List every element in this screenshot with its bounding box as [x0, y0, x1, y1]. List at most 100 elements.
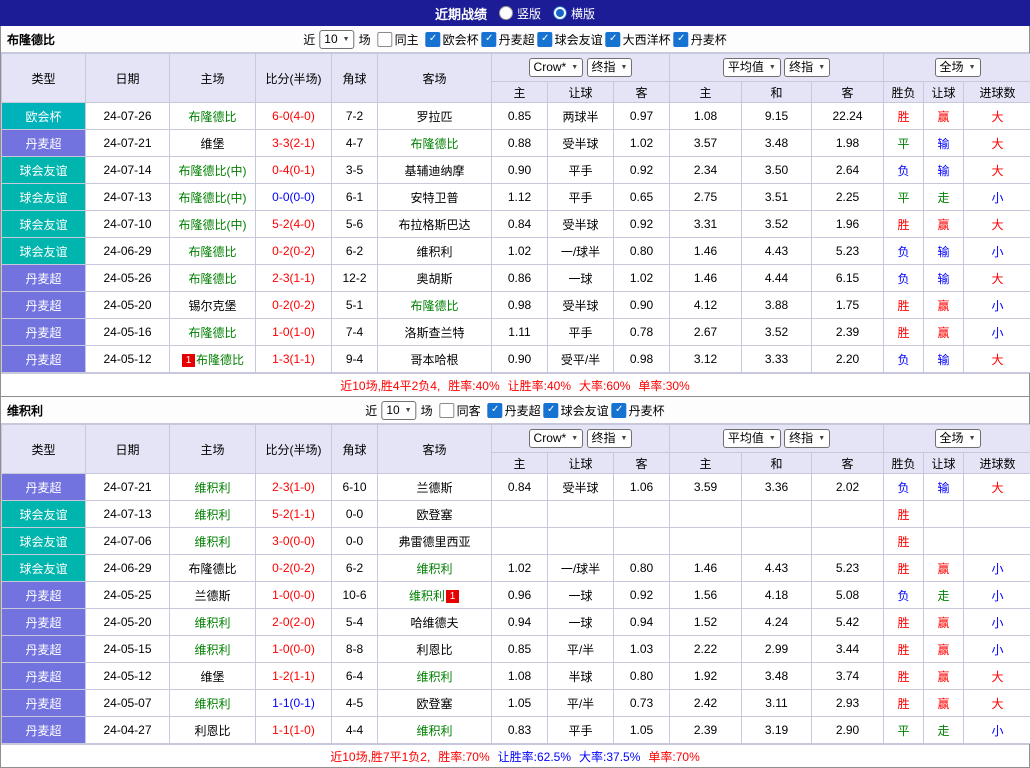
away-team[interactable]: 哈维德夫	[378, 609, 492, 636]
away-team[interactable]: 基辅迪纳摩	[378, 157, 492, 184]
competition-badge[interactable]: 球会友谊	[2, 184, 86, 211]
score[interactable]: 1-0(0-0)	[256, 582, 332, 609]
home-team[interactable]: 维堡	[170, 130, 256, 157]
away-team[interactable]: 兰德斯	[378, 474, 492, 501]
home-team[interactable]: 利恩比	[170, 717, 256, 744]
score[interactable]: 2-3(1-0)	[256, 474, 332, 501]
score[interactable]: 5-2(4-0)	[256, 211, 332, 238]
avg-stage-select[interactable]: 终指▼	[784, 58, 830, 77]
league-filter-checkbox[interactable]: ✓ 丹麦杯	[612, 402, 665, 419]
layout-radio[interactable]: 横版	[553, 5, 595, 22]
avg-stage-select[interactable]: 终指▼	[784, 429, 830, 448]
home-team[interactable]: 布隆德比(中)	[170, 211, 256, 238]
away-team[interactable]: 罗拉匹	[378, 103, 492, 130]
home-team[interactable]: 维积利	[170, 528, 256, 555]
away-team[interactable]: 利恩比	[378, 636, 492, 663]
avg-source-select[interactable]: 平均值▼	[723, 58, 781, 77]
match-count-select[interactable]: 10▼	[381, 401, 416, 420]
away-team[interactable]: 欧登塞	[378, 690, 492, 717]
score[interactable]: 2-3(1-1)	[256, 265, 332, 292]
home-team[interactable]: 维积利	[170, 501, 256, 528]
score[interactable]: 0-2(0-2)	[256, 292, 332, 319]
league-filter-checkbox[interactable]: ✓ 欧会杯	[426, 31, 479, 48]
score[interactable]: 3-3(2-1)	[256, 130, 332, 157]
score[interactable]: 6-0(4-0)	[256, 103, 332, 130]
away-team[interactable]: 维积利	[378, 555, 492, 582]
score[interactable]: 1-0(0-0)	[256, 636, 332, 663]
odds-stage-select[interactable]: 终指▼	[587, 58, 633, 77]
league-filter-checkbox[interactable]: ✓ 球会友谊	[538, 31, 603, 48]
score[interactable]: 0-0(0-0)	[256, 184, 332, 211]
away-team[interactable]: 布隆德比	[378, 130, 492, 157]
home-team[interactable]: 1布隆德比	[170, 346, 256, 373]
bookmaker-select[interactable]: Crow*▼	[529, 429, 584, 448]
home-team[interactable]: 布隆德比	[170, 319, 256, 346]
competition-badge[interactable]: 丹麦超	[2, 346, 86, 373]
competition-badge[interactable]: 球会友谊	[2, 211, 86, 238]
competition-badge[interactable]: 丹麦超	[2, 663, 86, 690]
competition-badge[interactable]: 丹麦超	[2, 690, 86, 717]
away-team[interactable]: 奥胡斯	[378, 265, 492, 292]
scope-select[interactable]: 全场▼	[935, 58, 981, 77]
home-team[interactable]: 兰德斯	[170, 582, 256, 609]
avg-source-select[interactable]: 平均值▼	[723, 429, 781, 448]
home-team[interactable]: 布隆德比	[170, 103, 256, 130]
away-team[interactable]: 维积利	[378, 238, 492, 265]
score[interactable]: 0-2(0-2)	[256, 555, 332, 582]
league-filter-checkbox[interactable]: ✓ 大西洋杯	[606, 31, 671, 48]
odds-stage-select[interactable]: 终指▼	[587, 429, 633, 448]
competition-badge[interactable]: 丹麦超	[2, 582, 86, 609]
away-team[interactable]: 布隆德比	[378, 292, 492, 319]
home-team[interactable]: 锡尔克堡	[170, 292, 256, 319]
competition-badge[interactable]: 丹麦超	[2, 636, 86, 663]
competition-badge[interactable]: 球会友谊	[2, 528, 86, 555]
away-team[interactable]: 安特卫普	[378, 184, 492, 211]
league-filter-checkbox[interactable]: ✓ 丹麦超	[488, 402, 541, 419]
league-filter-checkbox[interactable]: ✓ 丹麦杯	[674, 31, 727, 48]
away-team[interactable]: 欧登塞	[378, 501, 492, 528]
home-team[interactable]: 维积利	[170, 636, 256, 663]
league-filter-checkbox[interactable]: ✓ 丹麦超	[482, 31, 535, 48]
home-team[interactable]: 布隆德比	[170, 555, 256, 582]
league-filter-checkbox[interactable]: ✓ 球会友谊	[544, 402, 609, 419]
away-team[interactable]: 洛斯查兰特	[378, 319, 492, 346]
away-team[interactable]: 维积利	[378, 717, 492, 744]
home-team[interactable]: 维堡	[170, 663, 256, 690]
competition-badge[interactable]: 丹麦超	[2, 474, 86, 501]
score[interactable]: 1-2(1-1)	[256, 663, 332, 690]
layout-radio[interactable]: 竖版	[499, 5, 541, 22]
competition-badge[interactable]: 丹麦超	[2, 130, 86, 157]
score[interactable]: 1-0(1-0)	[256, 319, 332, 346]
score[interactable]: 0-4(0-1)	[256, 157, 332, 184]
away-team[interactable]: 弗雷德里西亚	[378, 528, 492, 555]
same-venue-checkbox[interactable]: ✓ 同主	[378, 31, 419, 48]
competition-badge[interactable]: 球会友谊	[2, 501, 86, 528]
home-team[interactable]: 维积利	[170, 609, 256, 636]
bookmaker-select[interactable]: Crow*▼	[529, 58, 584, 77]
competition-badge[interactable]: 球会友谊	[2, 157, 86, 184]
same-venue-checkbox[interactable]: ✓ 同客	[440, 402, 481, 419]
score[interactable]: 2-0(2-0)	[256, 609, 332, 636]
score[interactable]: 1-1(1-0)	[256, 717, 332, 744]
competition-badge[interactable]: 丹麦超	[2, 717, 86, 744]
home-team[interactable]: 布隆德比(中)	[170, 184, 256, 211]
score[interactable]: 1-3(1-1)	[256, 346, 332, 373]
score[interactable]: 5-2(1-1)	[256, 501, 332, 528]
away-team[interactable]: 布拉格斯巴达	[378, 211, 492, 238]
competition-badge[interactable]: 丹麦超	[2, 609, 86, 636]
competition-badge[interactable]: 丹麦超	[2, 265, 86, 292]
scope-select[interactable]: 全场▼	[935, 429, 981, 448]
score[interactable]: 3-0(0-0)	[256, 528, 332, 555]
home-team[interactable]: 布隆德比(中)	[170, 157, 256, 184]
away-team[interactable]: 维积利	[378, 663, 492, 690]
home-team[interactable]: 维积利	[170, 474, 256, 501]
match-count-select[interactable]: 10▼	[319, 30, 354, 49]
home-team[interactable]: 维积利	[170, 690, 256, 717]
competition-badge[interactable]: 丹麦超	[2, 319, 86, 346]
score[interactable]: 0-2(0-2)	[256, 238, 332, 265]
competition-badge[interactable]: 球会友谊	[2, 555, 86, 582]
competition-badge[interactable]: 欧会杯	[2, 103, 86, 130]
competition-badge[interactable]: 球会友谊	[2, 238, 86, 265]
home-team[interactable]: 布隆德比	[170, 265, 256, 292]
competition-badge[interactable]: 丹麦超	[2, 292, 86, 319]
